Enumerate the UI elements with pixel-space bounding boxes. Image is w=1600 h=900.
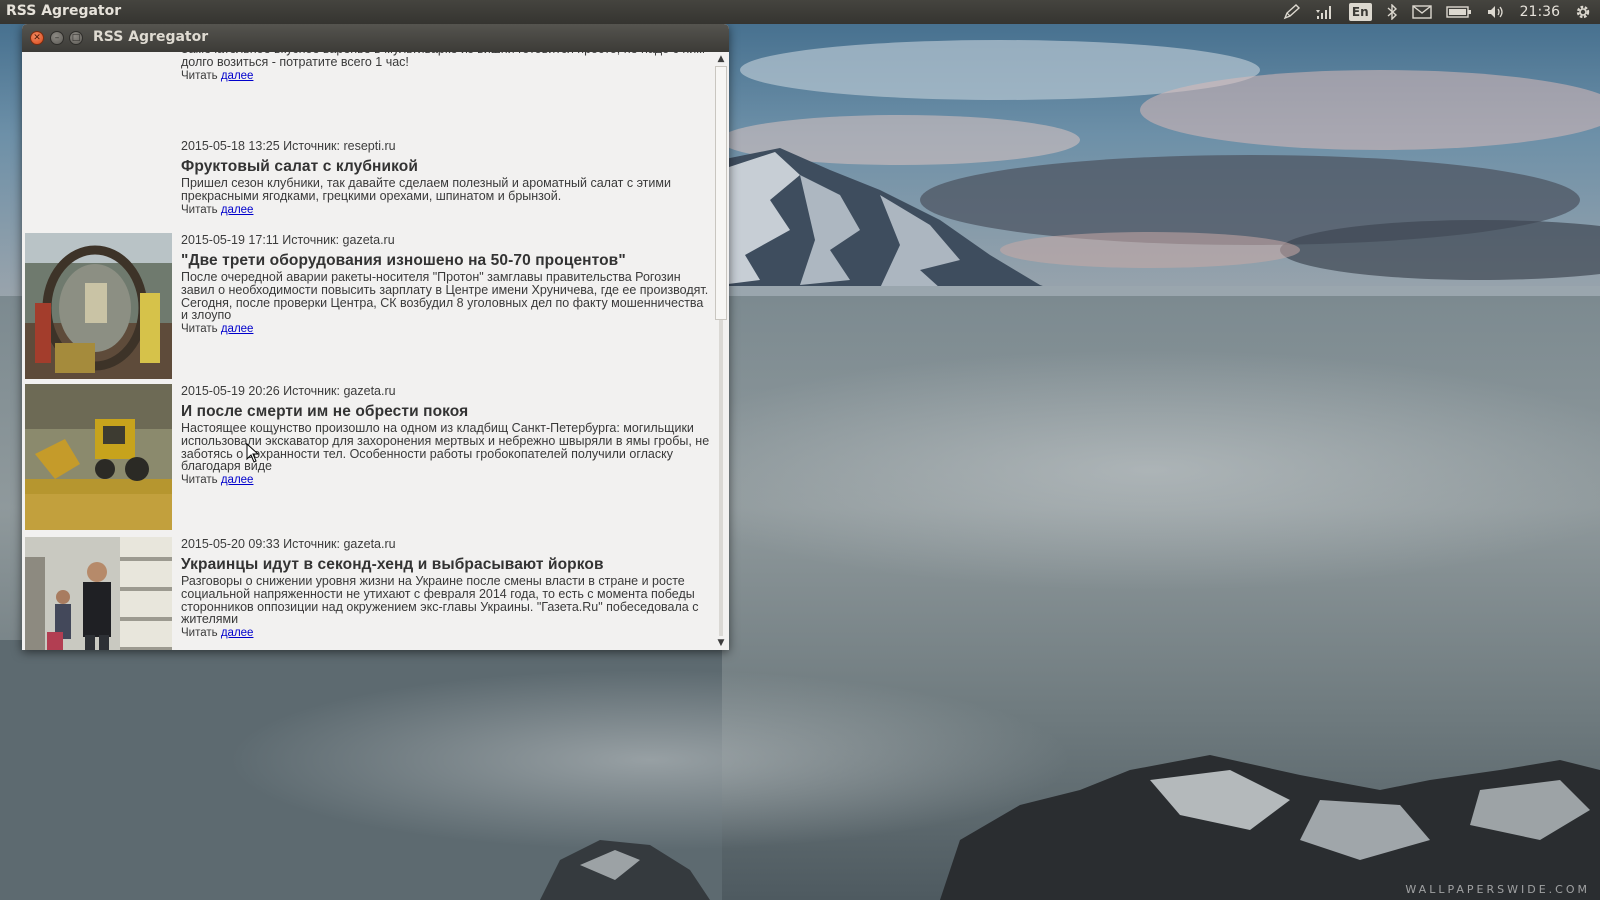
rss-window: ✕ – □ RSS Agregator Замечательное вкусно…: [22, 24, 729, 650]
keyboard-layout-icon[interactable]: En: [1348, 0, 1372, 24]
item-title: Украинцы идут в секонд-хенд и выбрасываю…: [181, 556, 604, 573]
item-meta: 2015-05-20 09:33 Источник: gazeta.ru: [181, 537, 396, 551]
item-title: Фруктовый салат с клубникой: [181, 158, 418, 175]
scroll-up-arrow-icon[interactable]: ▲: [716, 54, 726, 64]
feed-item: Замечательное вкусное варенье в мультива…: [22, 52, 713, 139]
mail-icon[interactable]: [1411, 0, 1432, 24]
read-more-link[interactable]: далее: [221, 627, 254, 639]
battery-icon[interactable]: [1445, 0, 1472, 24]
close-icon: ✕: [33, 32, 41, 43]
item-description: Пришел сезон клубники, так давайте сдела…: [181, 176, 671, 203]
feed-item: 2015-05-20 09:33 Источник: gazeta.ru Укр…: [22, 537, 713, 650]
indicator-area: En 21:36: [1276, 0, 1600, 24]
item-thumbnail: [25, 537, 172, 650]
item-description: Разговоры о снижении уровня жизни на Укр…: [181, 574, 699, 627]
read-more: Читать далее: [181, 322, 711, 336]
mouse-pointer-icon: [246, 442, 260, 467]
scroll-down-arrow-icon[interactable]: ▼: [716, 638, 726, 648]
read-more-link[interactable]: далее: [221, 323, 254, 335]
item-meta: 2015-05-19 20:26 Источник: gazeta.ru: [181, 384, 396, 398]
read-more-prefix: Читать: [181, 627, 218, 640]
feed-item: 2015-05-18 13:25 Источник: resepti.ru Фр…: [22, 139, 713, 233]
bluetooth-icon[interactable]: [1386, 0, 1398, 24]
item-title: И после смерти им не обрести покоя: [181, 403, 469, 420]
maximize-icon: □: [71, 32, 81, 43]
read-more: Читать далее: [181, 473, 711, 487]
item-description: Настоящее кощунство произошло на одном и…: [181, 421, 710, 474]
item-thumbnail: [25, 233, 172, 379]
item-title: "Две трети оборудования изношено на 50-7…: [181, 252, 626, 269]
window-titlebar[interactable]: ✕ – □ RSS Agregator: [22, 24, 729, 52]
language-label: En: [1348, 3, 1372, 21]
item-description: Замечательное вкусное варенье в мультива…: [181, 52, 705, 69]
feed-view[interactable]: Замечательное вкусное варенье в мультива…: [22, 52, 713, 650]
read-more: Читать далее: [181, 626, 711, 640]
read-more: Читать далее: [181, 69, 711, 83]
item-meta: 2015-05-19 17:11 Источник: gazeta.ru: [181, 233, 395, 247]
clock[interactable]: 21:36: [1520, 0, 1560, 24]
maximize-button[interactable]: □: [69, 31, 83, 45]
wallpaper-watermark: WALLPAPERSWIDE.COM: [1405, 883, 1590, 896]
pencil-icon[interactable]: [1283, 0, 1301, 24]
item-thumbnail: [25, 384, 172, 530]
vertical-scrollbar[interactable]: ▲ ▼: [713, 52, 729, 650]
network-signal-icon[interactable]: [1315, 0, 1335, 24]
read-more-link[interactable]: далее: [221, 204, 254, 216]
item-meta: 2015-05-18 13:25 Источник: resepti.ru: [181, 139, 396, 153]
window-title: RSS Agregator: [93, 29, 209, 45]
read-more-prefix: Читать: [181, 203, 218, 216]
minimize-button[interactable]: –: [50, 31, 64, 45]
feed-list: Замечательное вкусное варенье в мультива…: [22, 52, 713, 650]
read-more-link[interactable]: далее: [221, 474, 254, 486]
feed-item: 2015-05-19 20:26 Источник: gazeta.ru И п…: [22, 384, 713, 537]
close-button[interactable]: ✕: [30, 31, 44, 45]
read-more-prefix: Читать: [181, 474, 218, 487]
top-panel: RSS Agregator En 21:36: [0, 0, 1600, 24]
read-more-prefix: Читать: [181, 69, 218, 82]
feed-item: 2015-05-19 17:11 Источник: gazeta.ru "Дв…: [22, 233, 713, 384]
read-more-link[interactable]: далее: [221, 70, 254, 82]
minimize-icon: –: [54, 32, 60, 43]
volume-icon[interactable]: [1486, 0, 1506, 24]
item-description: После очередной аварии ракеты-носителя "…: [181, 270, 709, 323]
scrollbar-thumb[interactable]: [715, 66, 727, 320]
gear-icon[interactable]: [1574, 0, 1592, 24]
read-more: Читать далее: [181, 203, 711, 217]
read-more-prefix: Читать: [181, 323, 218, 336]
panel-app-title: RSS Agregator: [6, 3, 122, 19]
